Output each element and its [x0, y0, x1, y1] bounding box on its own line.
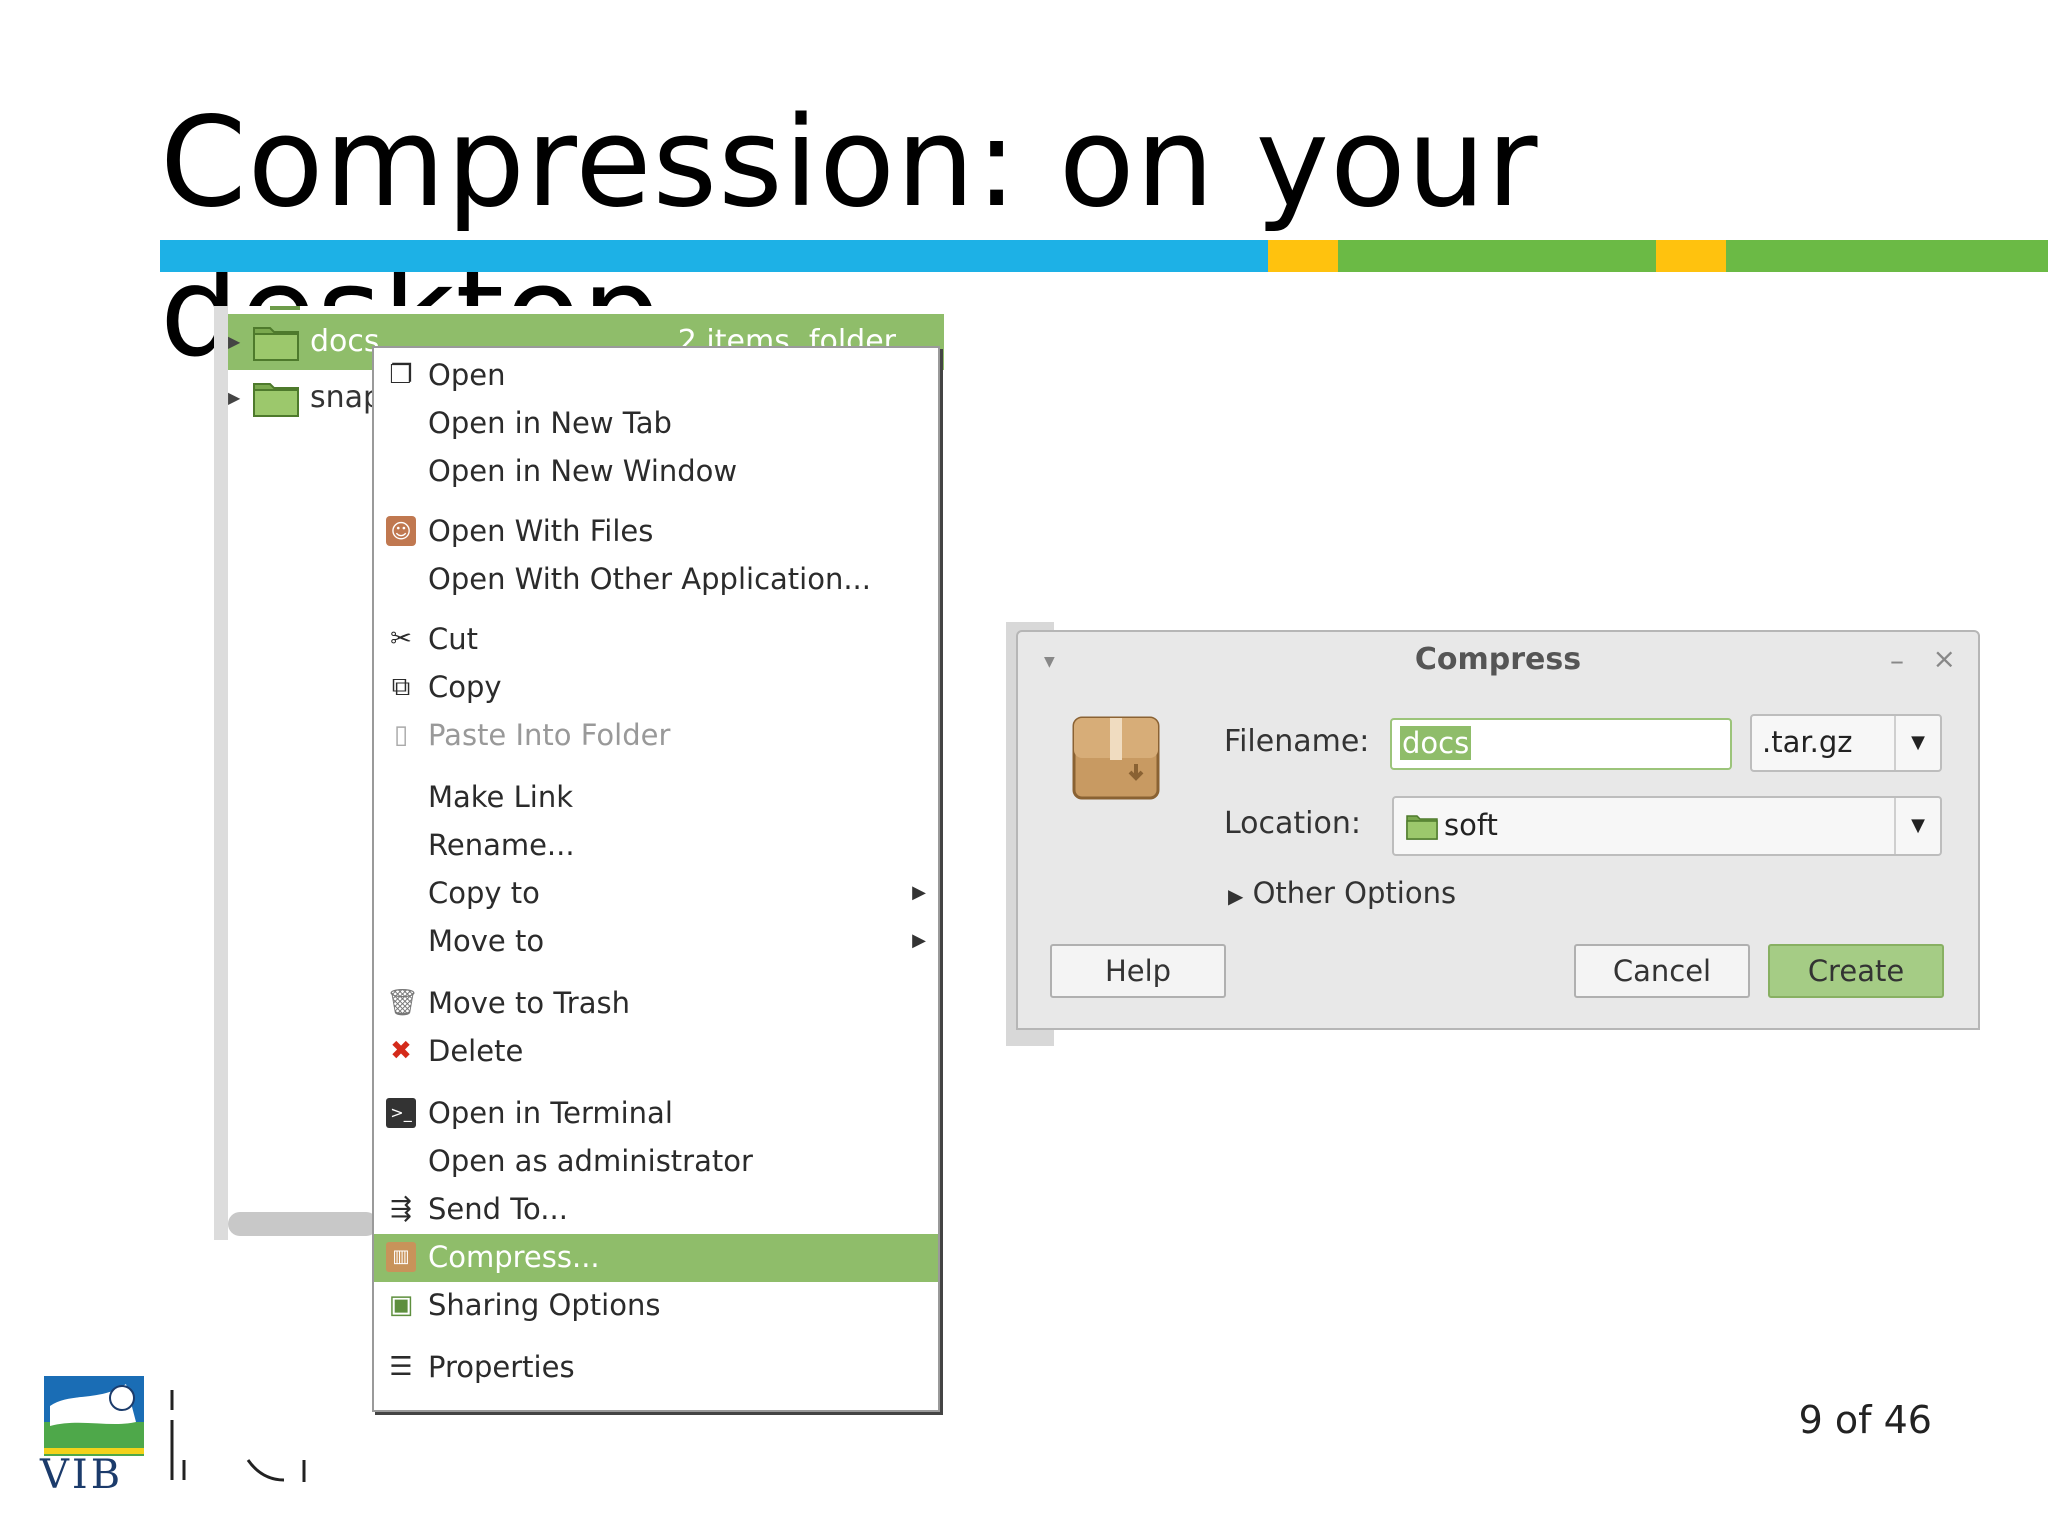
location-label: Location: — [1224, 806, 1361, 841]
package-icon: ▥ — [386, 1242, 416, 1272]
location-select[interactable]: soft ▼ — [1392, 796, 1942, 856]
menu-item-label: Rename... — [428, 828, 575, 862]
package-icon — [1072, 716, 1160, 800]
filename-input[interactable]: docs — [1390, 718, 1732, 770]
menu-item-sharing-options[interactable]: ▣ Sharing Options — [374, 1282, 938, 1330]
minimize-icon[interactable]: – — [1890, 644, 1904, 677]
expand-arrow-icon[interactable]: ▶ — [228, 388, 240, 407]
menu-item-label: Copy to — [428, 876, 540, 910]
menu-item-copy[interactable]: ⧉ Copy — [374, 664, 938, 712]
dialog-title: Compress — [1414, 642, 1582, 677]
copy-icon: ⧉ — [391, 672, 411, 702]
files-app-icon: ☺ — [386, 516, 416, 546]
compress-dialog: ▼ Compress – × Filename: docs .tar.gz ▼ … — [1016, 630, 1980, 1030]
chevron-down-icon[interactable]: ▼ — [1894, 798, 1940, 854]
menu-item-compress[interactable]: ▥ Compress... — [374, 1234, 938, 1282]
help-button[interactable]: Help — [1050, 944, 1226, 998]
expander-arrow-icon: ▶ — [1228, 884, 1244, 908]
send-icon: ⇶ — [390, 1194, 412, 1224]
other-options-label: Other Options — [1252, 876, 1457, 910]
menu-item-label: Properties — [428, 1350, 575, 1384]
folder-icon — [253, 327, 299, 361]
menu-item-cut[interactable]: ✂ Cut — [374, 616, 938, 664]
title-color-bar — [160, 240, 2048, 272]
menu-item-label: Delete — [428, 1034, 524, 1068]
location-value: soft — [1444, 808, 1498, 842]
expand-arrow-icon[interactable]: ▶ — [228, 332, 240, 351]
scissors-icon: ✂ — [390, 624, 412, 654]
menu-item-open-with-files[interactable]: ☺ Open With Files — [374, 508, 938, 556]
menu-item-label: Copy — [428, 670, 502, 704]
menu-item-label: Move to Trash — [428, 986, 630, 1020]
menu-item-label: Move to — [428, 924, 545, 958]
create-button[interactable]: Create — [1768, 944, 1944, 998]
logo-partial-marks — [170, 1390, 306, 1482]
window-icon: ❐ — [389, 360, 413, 390]
menu-item-open[interactable]: ❐ Open — [374, 352, 938, 400]
menu-item-open-new-window[interactable]: Open in New Window — [374, 448, 938, 496]
context-menu: ❐ Open Open in New Tab Open in New Windo… — [372, 346, 940, 1412]
menu-item-label: Make Link — [428, 780, 573, 814]
extension-select[interactable]: .tar.gz ▼ — [1750, 714, 1942, 772]
menu-item-label: Sharing Options — [428, 1288, 661, 1322]
vib-logo-text: VIB — [40, 1452, 124, 1498]
trash-icon: 🗑 — [386, 988, 420, 1018]
menu-item-paste-into-folder: ▯ Paste Into Folder — [374, 712, 938, 760]
submenu-arrow-icon: ▶ — [912, 930, 926, 951]
close-icon[interactable]: × — [1933, 642, 1956, 675]
file-name: docs — [310, 324, 380, 359]
other-options-expander[interactable]: ▶ Other Options — [1228, 876, 1456, 910]
menu-item-open-in-terminal[interactable]: >_ Open in Terminal — [374, 1090, 938, 1138]
menu-item-properties[interactable]: ☰ Properties — [374, 1344, 938, 1392]
clipboard-icon: ▯ — [393, 720, 409, 750]
menu-item-label: Open in New Window — [428, 454, 738, 488]
menu-item-label: Cut — [428, 622, 478, 656]
extension-value: .tar.gz — [1762, 725, 1853, 759]
menu-item-open-with-other[interactable]: Open With Other Application... — [374, 556, 938, 604]
menu-item-move-to-trash[interactable]: 🗑 Move to Trash — [374, 980, 938, 1028]
menu-item-label: Open With Files — [428, 514, 654, 548]
menu-item-label: Open as administrator — [428, 1144, 753, 1178]
menu-item-send-to[interactable]: ⇶ Send To... — [374, 1186, 938, 1234]
submenu-arrow-icon: ▶ — [912, 882, 926, 903]
menu-item-make-link[interactable]: Make Link — [374, 774, 938, 822]
menu-item-label: Open — [428, 358, 506, 392]
share-folder-icon: ▣ — [388, 1290, 414, 1320]
menu-item-label: Open With Other Application... — [428, 562, 871, 596]
cancel-button[interactable]: Cancel — [1574, 944, 1750, 998]
menu-item-move-to[interactable]: Move to ▶ — [374, 918, 938, 966]
filename-value: docs — [1400, 726, 1472, 760]
horizontal-scrollbar[interactable] — [228, 1212, 378, 1236]
menu-item-label: Open in New Tab — [428, 406, 672, 440]
properties-icon: ☰ — [389, 1352, 413, 1382]
menu-item-open-as-admin[interactable]: Open as administrator — [374, 1138, 938, 1186]
folder-icon — [253, 383, 299, 417]
menu-item-delete[interactable]: ✖ Delete — [374, 1028, 938, 1076]
menu-item-open-new-tab[interactable]: Open in New Tab — [374, 400, 938, 448]
menu-item-copy-to[interactable]: Copy to ▶ — [374, 870, 938, 918]
menu-item-label: Paste Into Folder — [428, 718, 671, 752]
file-manager-row-stub — [270, 306, 300, 310]
menu-item-label: Open in Terminal — [428, 1096, 673, 1130]
menu-item-rename[interactable]: Rename... — [374, 822, 938, 870]
filename-label: Filename: — [1224, 724, 1370, 759]
delete-x-icon: ✖ — [390, 1036, 412, 1066]
chevron-down-icon[interactable]: ▼ — [1894, 716, 1940, 770]
page-number: 9 of 46 — [1798, 1398, 1932, 1442]
terminal-icon: >_ — [386, 1098, 416, 1128]
file-manager-sidebar-edge — [214, 306, 228, 1240]
menu-item-label: Compress... — [428, 1240, 600, 1274]
folder-icon — [1406, 815, 1438, 840]
menu-item-label: Send To... — [428, 1192, 568, 1226]
